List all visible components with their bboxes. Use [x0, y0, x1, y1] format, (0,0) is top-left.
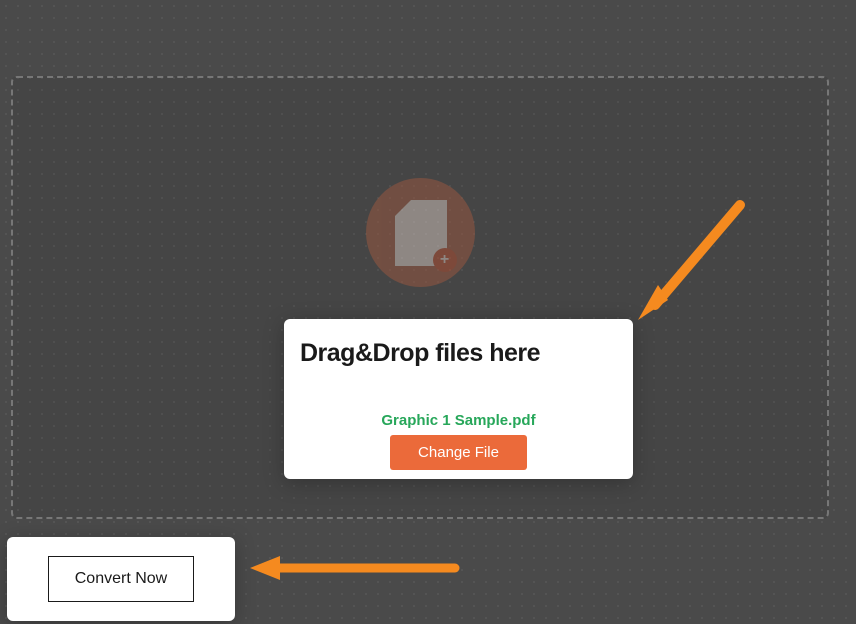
uploaded-filename: Graphic 1 Sample.pdf [300, 412, 617, 429]
upload-card: Drag&Drop files here Graphic 1 Sample.pd… [284, 319, 633, 479]
upload-title: Drag&Drop files here [300, 339, 617, 368]
plus-icon: + [433, 248, 457, 272]
convert-wrapper: Convert Now [7, 537, 235, 621]
convert-now-button[interactable]: Convert Now [48, 556, 194, 602]
file-upload-icon: + [366, 178, 475, 287]
change-file-button[interactable]: Change File [390, 435, 527, 470]
